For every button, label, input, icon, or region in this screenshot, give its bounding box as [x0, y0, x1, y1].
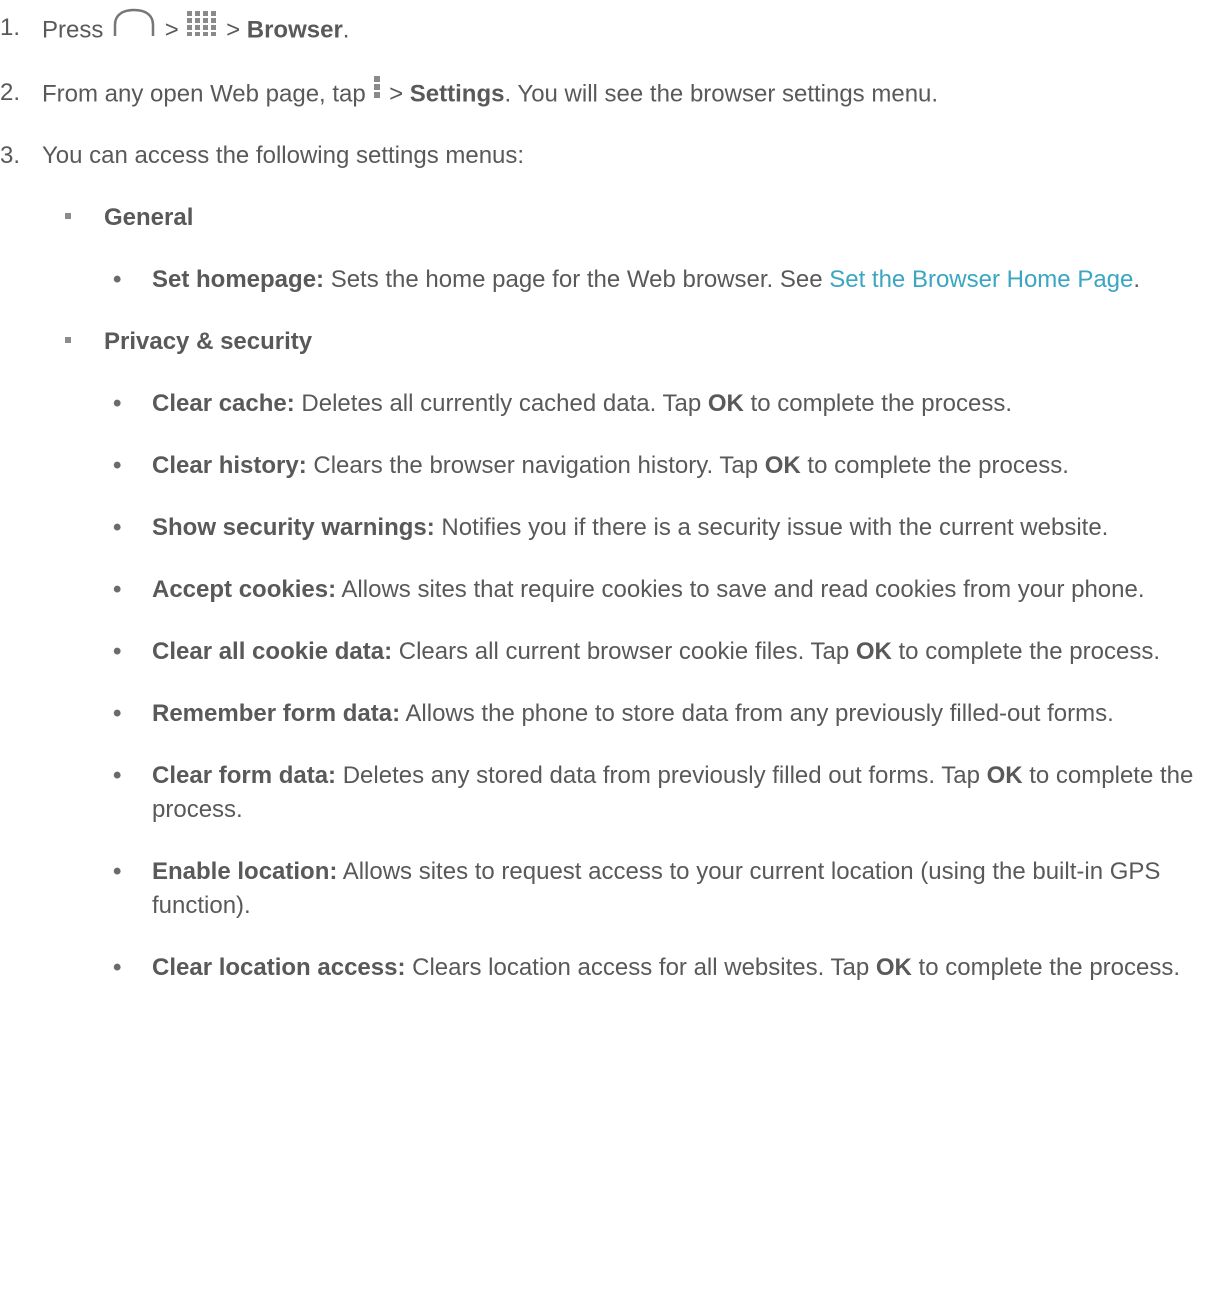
item-tail: .	[1133, 266, 1141, 293]
item-label: Clear form data:	[152, 762, 337, 789]
item-label: Show security warnings:	[152, 514, 435, 541]
section-privacy-security: Privacy & security	[0, 325, 1217, 359]
settings-label: Settings	[409, 80, 505, 108]
ok-label: OK	[707, 390, 744, 417]
step-1: 1. Press > > Browser.	[0, 8, 1217, 51]
ok-label: OK	[986, 762, 1023, 789]
ok-label: OK	[875, 954, 912, 981]
list-item: • Remember form data: Allows the phone t…	[0, 697, 1217, 731]
step-number: 2.	[0, 79, 21, 106]
item-label: Clear history:	[152, 452, 307, 479]
step-2: 2. From any open Web page, tap > Setting…	[0, 76, 1217, 114]
list-item: • Clear cache: Deletes all currently cac…	[0, 387, 1217, 421]
list-item: • Accept cookies: Allows sites that requ…	[0, 573, 1217, 607]
item-label: Set homepage:	[152, 266, 325, 293]
bullet-icon: •	[113, 576, 122, 603]
item-text: Clears location access for all websites.…	[405, 954, 876, 981]
item-text: Allows the phone to store data from any …	[400, 700, 1114, 727]
section-title: General	[104, 204, 194, 231]
square-bullet-icon	[65, 213, 71, 219]
item-tail: to complete the process.	[911, 954, 1181, 981]
item-text: Clears all current browser cookie files.…	[392, 638, 856, 665]
separator: >	[164, 16, 179, 44]
bullet-icon: •	[113, 954, 122, 981]
step-text: From any open Web page, tap	[42, 80, 366, 108]
step-text-tail: . You will see the browser settings menu…	[504, 80, 939, 108]
section-title: Privacy & security	[104, 328, 313, 355]
list-item: • Clear all cookie data: Clears all curr…	[0, 635, 1217, 669]
item-text: Deletes any stored data from previously …	[336, 762, 987, 789]
item-text: Allows sites that require cookies to sav…	[336, 576, 1145, 603]
bullet-icon: •	[113, 514, 122, 541]
step-number: 1.	[0, 14, 21, 41]
apps-grid-icon	[185, 9, 219, 47]
item-text: Sets the home page for the Web browser. …	[324, 266, 830, 293]
list-item: • Show security warnings: Notifies you i…	[0, 511, 1217, 545]
ok-label: OK	[855, 638, 892, 665]
item-label: Accept cookies:	[152, 576, 337, 603]
step-text: You can access the following settings me…	[42, 142, 525, 169]
list-item: • Enable location: Allows sites to reque…	[0, 855, 1217, 923]
menu-dots-icon	[372, 73, 382, 111]
section-general: General	[0, 201, 1217, 235]
period: .	[342, 16, 350, 44]
bullet-icon: •	[113, 638, 122, 665]
browser-label: Browser	[246, 16, 343, 44]
item-tail: to complete the process.	[743, 390, 1013, 417]
step-text-press: Press	[42, 16, 104, 44]
list-item: • Clear location access: Clears location…	[0, 951, 1217, 985]
bullet-icon: •	[113, 452, 122, 479]
list-item: • Clear history: Clears the browser navi…	[0, 449, 1217, 483]
set-browser-home-page-link[interactable]: Set the Browser Home Page	[829, 266, 1133, 293]
item-label: Enable location:	[152, 858, 338, 885]
separator: >	[389, 80, 404, 108]
bullet-icon: •	[113, 266, 122, 293]
separator: >	[226, 16, 241, 44]
item-label: Clear cache:	[152, 390, 295, 417]
bullet-icon: •	[113, 762, 122, 789]
step-3: 3. You can access the following settings…	[0, 139, 1217, 173]
item-text: Deletes all currently cached data. Tap	[294, 390, 708, 417]
item-text: Clears the browser navigation history. T…	[306, 452, 765, 479]
item-label: Remember form data:	[152, 700, 401, 727]
ok-label: OK	[764, 452, 801, 479]
home-icon	[110, 8, 158, 48]
list-item: • Clear form data: Deletes any stored da…	[0, 759, 1217, 827]
bullet-icon: •	[113, 390, 122, 417]
item-tail: to complete the process.	[891, 638, 1160, 665]
step-number: 3.	[0, 142, 21, 169]
document: 1. Press > > Browser. 2. From any open W…	[0, 0, 1217, 985]
item-tail: to complete the process.	[800, 452, 1069, 479]
item-label: Clear location access:	[152, 954, 406, 981]
item-label: Clear all cookie data:	[152, 638, 393, 665]
list-item: • Set homepage: Sets the home page for t…	[0, 263, 1217, 297]
bullet-icon: •	[113, 700, 122, 727]
square-bullet-icon	[65, 337, 71, 343]
bullet-icon: •	[113, 858, 122, 885]
item-text: Notifies you if there is a security issu…	[434, 514, 1109, 541]
